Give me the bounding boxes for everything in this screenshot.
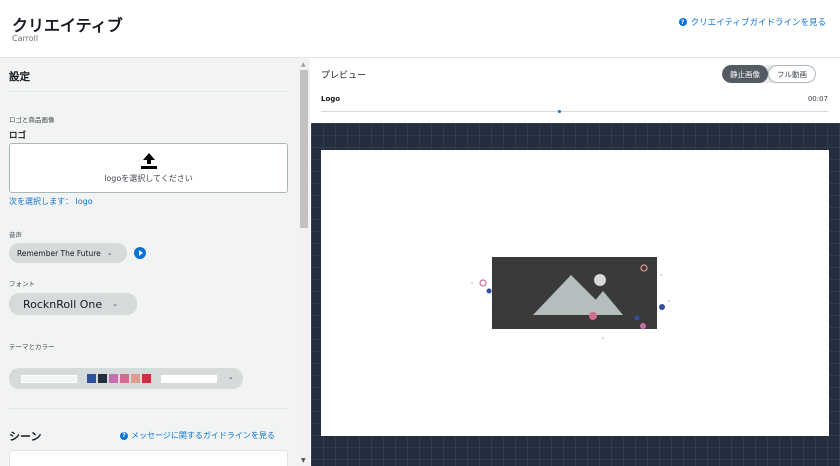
theme-preview-bar <box>161 375 217 383</box>
confetti-dot <box>660 274 662 276</box>
confetti-dot <box>471 282 473 284</box>
confetti-dot <box>640 323 646 329</box>
audio-select-value: Remember The Future <box>17 248 101 258</box>
settings-title: 設定 <box>9 71 30 83</box>
logo-preview-graphic <box>471 257 670 339</box>
help-icon: ? <box>678 18 687 26</box>
still-image-button[interactable]: 静止画像 <box>722 65 768 83</box>
page-header: クリエイティブ Carroll ? クリエイティブガイドラインを見る <box>0 0 840 58</box>
scroll-down-icon[interactable]: ▼ <box>301 457 306 464</box>
confetti-dot <box>668 300 670 302</box>
chevron-down-icon: ⌄ <box>112 300 119 308</box>
scrollbar-thumb[interactable] <box>300 70 308 228</box>
settings-scrollbar[interactable]: ▲ ▼ <box>298 58 310 466</box>
chevron-down-icon: ⌄ <box>106 249 113 257</box>
upload-prompt: logoを選択してください <box>104 173 193 183</box>
selected-logo-link[interactable]: 次を選択します： logo <box>9 196 93 207</box>
chevron-down-icon: ⌄ <box>228 373 234 381</box>
confetti-dot <box>479 279 487 287</box>
logo-upload-dropzone[interactable]: logoを選択してください <box>9 143 288 193</box>
font-select-value: RocknRoll One <box>23 297 103 311</box>
page-title: クリエイティブ <box>12 16 123 35</box>
timeline-track[interactable] <box>321 111 828 112</box>
preview-mode-toggle: 静止画像 フル動画 <box>722 65 816 83</box>
preview-canvas <box>311 123 840 466</box>
timeline-time: 00:07 <box>807 95 828 103</box>
font-label: フォント <box>9 280 35 288</box>
logo-section-label: ロゴと商品画像 <box>9 116 55 124</box>
confetti-dot <box>486 288 492 294</box>
play-audio-button[interactable] <box>134 247 146 259</box>
confetti-dot <box>589 312 597 320</box>
scene-card[interactable] <box>9 450 288 466</box>
sun-icon <box>594 274 606 286</box>
logo-label: ロゴ <box>9 131 27 141</box>
scroll-up-icon[interactable]: ▲ <box>301 61 306 68</box>
color-swatch <box>87 374 96 383</box>
settings-panel: 設定 ロゴと商品画像 ロゴ logoを選択してください 次を選択します： log… <box>0 58 298 466</box>
upload-icon <box>140 152 157 169</box>
preview-panel: プレビュー 静止画像 フル動画 Logo 00:07 <box>311 58 840 466</box>
confetti-dot <box>659 304 665 310</box>
message-guideline-link[interactable]: ? メッセージに関するガイドラインを見る <box>120 430 275 441</box>
creative-guideline-link[interactable]: ? クリエイティブガイドラインを見る <box>678 16 826 28</box>
confetti-dot <box>602 337 604 339</box>
font-select[interactable]: RocknRoll One ⌄ <box>9 293 137 315</box>
confetti-dot <box>634 315 640 321</box>
help-icon: ? <box>120 431 128 440</box>
audio-label: 音声 <box>9 231 22 239</box>
preview-title: プレビュー <box>321 71 367 81</box>
divider <box>9 91 288 92</box>
full-video-button[interactable]: フル動画 <box>768 65 816 83</box>
color-swatch <box>98 374 107 383</box>
message-guideline-label: メッセージに関するガイドラインを見る <box>131 431 275 440</box>
theme-color-select[interactable]: ⌄ <box>9 368 243 389</box>
theme-preview-bar <box>21 375 77 383</box>
timeline-playhead[interactable] <box>558 110 561 113</box>
color-swatch <box>109 374 118 383</box>
audio-select[interactable]: Remember The Future ⌄ <box>9 243 127 263</box>
creative-guideline-label: クリエイティブガイドラインを見る <box>690 18 826 28</box>
color-swatch <box>120 374 129 383</box>
timeline-label: Logo <box>321 95 341 103</box>
page-subtitle: Carroll <box>12 34 39 43</box>
divider <box>9 408 288 409</box>
color-swatch <box>131 374 140 383</box>
scenes-title: シーン <box>9 430 42 443</box>
preview-stage <box>321 150 829 436</box>
theme-label: テーマとカラー <box>9 343 55 351</box>
color-swatch <box>142 374 151 383</box>
